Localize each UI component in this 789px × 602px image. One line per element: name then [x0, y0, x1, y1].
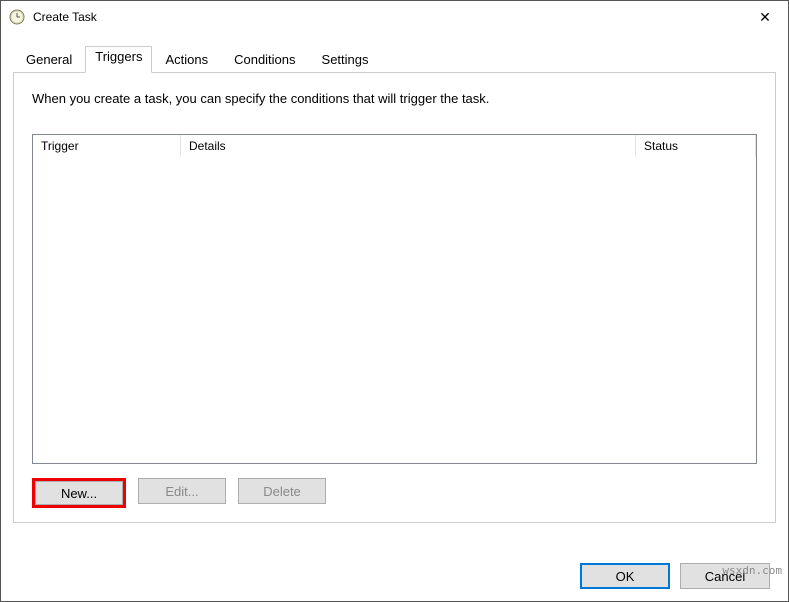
- task-scheduler-icon: [9, 9, 25, 25]
- watermark-text: wsxdn.com: [722, 564, 782, 577]
- titlebar: Create Task ✕: [1, 1, 788, 33]
- triggers-panel: When you create a task, you can specify …: [13, 72, 776, 523]
- close-button[interactable]: ✕: [742, 1, 788, 33]
- window-title: Create Task: [33, 10, 97, 24]
- column-details[interactable]: Details: [181, 135, 636, 157]
- tab-actions[interactable]: Actions: [152, 46, 221, 73]
- ok-button[interactable]: OK: [580, 563, 670, 589]
- new-button-highlight: New...: [32, 478, 126, 508]
- tab-conditions[interactable]: Conditions: [221, 46, 308, 73]
- tabs-bar: General Triggers Actions Conditions Sett…: [13, 45, 776, 73]
- create-task-window: Create Task ✕ General Triggers Actions C…: [0, 0, 789, 602]
- close-icon: ✕: [759, 9, 771, 26]
- tab-triggers[interactable]: Triggers: [85, 46, 152, 73]
- delete-button: Delete: [238, 478, 326, 504]
- column-status[interactable]: Status: [636, 135, 756, 157]
- titlebar-left: Create Task: [9, 9, 97, 25]
- column-trigger[interactable]: Trigger: [33, 135, 181, 157]
- button-row: New... Edit... Delete: [32, 478, 757, 508]
- instruction-text: When you create a task, you can specify …: [32, 91, 757, 106]
- table-header: Trigger Details Status: [33, 135, 756, 158]
- new-button[interactable]: New...: [35, 481, 123, 505]
- tab-settings[interactable]: Settings: [309, 46, 382, 73]
- tab-general[interactable]: General: [13, 46, 85, 73]
- edit-button: Edit...: [138, 478, 226, 504]
- content-area: General Triggers Actions Conditions Sett…: [1, 33, 788, 523]
- triggers-table[interactable]: Trigger Details Status: [32, 134, 757, 464]
